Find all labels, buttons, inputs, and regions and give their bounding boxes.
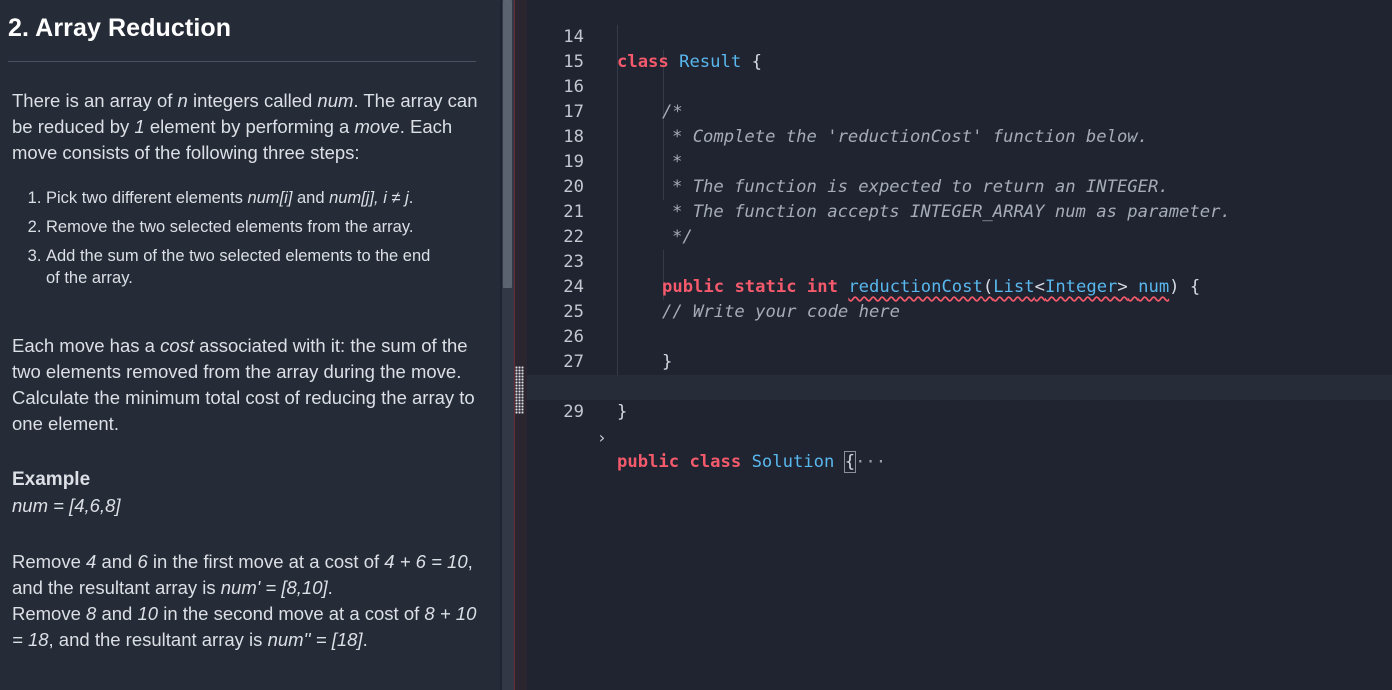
example-text: in the first move at a cost of bbox=[147, 551, 385, 572]
code-line[interactable]: 22 bbox=[527, 200, 1392, 247]
example-text: Remove bbox=[12, 551, 87, 572]
problem-title: 2. Array Reduction bbox=[8, 14, 232, 42]
term-cost: cost bbox=[160, 335, 195, 356]
code-line[interactable]: 23 public static int reductionCost(List<… bbox=[527, 225, 1392, 297]
code-line[interactable]: 15 bbox=[527, 25, 1392, 72]
example-text: and bbox=[96, 603, 138, 624]
code-line[interactable]: 19 * The function is expected to return … bbox=[527, 125, 1392, 197]
code-line[interactable]: 21 */ bbox=[527, 175, 1392, 247]
code-line[interactable]: 28 } bbox=[527, 350, 1392, 422]
term-move: move bbox=[354, 116, 400, 137]
step-text: and bbox=[292, 189, 330, 207]
step-text: Pick two different elements bbox=[46, 189, 248, 207]
step-text: Remove the two selected elements from th… bbox=[46, 218, 414, 236]
code-content: public class Solution {··· bbox=[617, 450, 886, 475]
example-text: in the second move at a cost of bbox=[158, 603, 425, 624]
example-heading: Example bbox=[12, 469, 91, 490]
code-line[interactable]: 17 * Complete the 'reductionCost' functi… bbox=[527, 75, 1392, 147]
example-step: Remove 8 and 10 in the second move at a … bbox=[12, 601, 482, 653]
problem-scrollbar-thumb[interactable] bbox=[503, 0, 512, 288]
problem-panel: 2. Array Reduction There is an array of … bbox=[0, 0, 500, 690]
keyword: class bbox=[689, 452, 742, 472]
step-item: Add the sum of the two selected elements… bbox=[46, 242, 482, 289]
intro-text: There is an array of bbox=[12, 90, 178, 111]
var-n: n bbox=[177, 90, 188, 111]
code-line[interactable]: 20 * The function accepts INTEGER_ARRAY … bbox=[527, 150, 1392, 222]
example-text: and bbox=[96, 551, 138, 572]
cost-text: Each move has a bbox=[12, 335, 161, 356]
brace: } bbox=[617, 402, 628, 422]
fold-chevron-icon[interactable]: › bbox=[597, 425, 607, 450]
step-text-line: Add the sum of the two selected elements… bbox=[46, 247, 431, 265]
example-var: 6 bbox=[137, 551, 148, 572]
code-editor[interactable]: 14 class Result { 15 16 /* 17 * Complete… bbox=[527, 0, 1392, 690]
example-value: num = [4,6,8] bbox=[12, 493, 482, 519]
cost-paragraph: Each move has a cost associated with it:… bbox=[12, 333, 482, 437]
var-num: num bbox=[317, 90, 354, 111]
step-text: Add the sum of the two selected elements… bbox=[46, 245, 482, 289]
step-text-line: of the array. bbox=[46, 269, 133, 287]
step-item: Pick two different elements num[i] and n… bbox=[46, 184, 482, 213]
code-line[interactable]: 14 class Result { bbox=[527, 0, 1392, 72]
example-var: 8 bbox=[86, 603, 97, 624]
divider-line bbox=[514, 0, 515, 690]
code-content: } bbox=[617, 400, 627, 425]
split-divider[interactable] bbox=[514, 0, 527, 690]
step-item: Remove the two selected elements from th… bbox=[46, 213, 482, 242]
example-step: Remove 4 and 6 in the first move at a co… bbox=[12, 549, 482, 601]
keyword: public bbox=[617, 452, 680, 472]
example-array: num = [4,6,8] bbox=[12, 495, 121, 516]
class-name: Solution bbox=[751, 452, 835, 472]
step-var: num[i] bbox=[247, 189, 293, 207]
problem-description: There is an array of n integers called n… bbox=[12, 88, 482, 653]
folded-ellipsis[interactable]: ··· bbox=[855, 452, 886, 472]
example-var: 10 bbox=[137, 603, 159, 624]
line-number: 29 bbox=[563, 402, 584, 422]
example-text: . bbox=[327, 577, 333, 598]
intro-paragraph: There is an array of n integers called n… bbox=[12, 88, 482, 166]
example-text: , and the resultant array is bbox=[48, 629, 268, 650]
title-divider bbox=[8, 61, 476, 62]
example-text: . bbox=[362, 629, 368, 650]
step-text: . bbox=[408, 189, 414, 207]
example-text: Remove bbox=[12, 603, 87, 624]
code-line[interactable]: 16 /* bbox=[527, 50, 1392, 122]
steps-list: Pick two different elements num[i] and n… bbox=[12, 184, 482, 289]
code-line-current[interactable]: 29 › public class Solution {··· bbox=[527, 375, 1392, 473]
step-var: num[j], i ≠ j bbox=[329, 189, 409, 207]
var-one: 1 bbox=[134, 116, 145, 137]
resize-grip-icon[interactable] bbox=[515, 366, 524, 414]
code-line[interactable]: 18 * bbox=[527, 100, 1392, 172]
code-line[interactable]: 27 bbox=[527, 325, 1392, 372]
code-line[interactable]: 24 // Write your code here bbox=[527, 250, 1392, 322]
example-var: 4 bbox=[86, 551, 97, 572]
code-line[interactable]: 26 } bbox=[527, 300, 1392, 372]
example-var: num' = [8,10] bbox=[220, 577, 328, 598]
code-line[interactable]: 25 bbox=[527, 275, 1392, 322]
brace: { bbox=[843, 451, 857, 473]
intro-text: integers called bbox=[187, 90, 318, 111]
example-var: 4 + 6 = 10 bbox=[384, 551, 468, 572]
intro-text: element by performing a bbox=[144, 116, 355, 137]
example-var: num'' = [18] bbox=[267, 629, 363, 650]
